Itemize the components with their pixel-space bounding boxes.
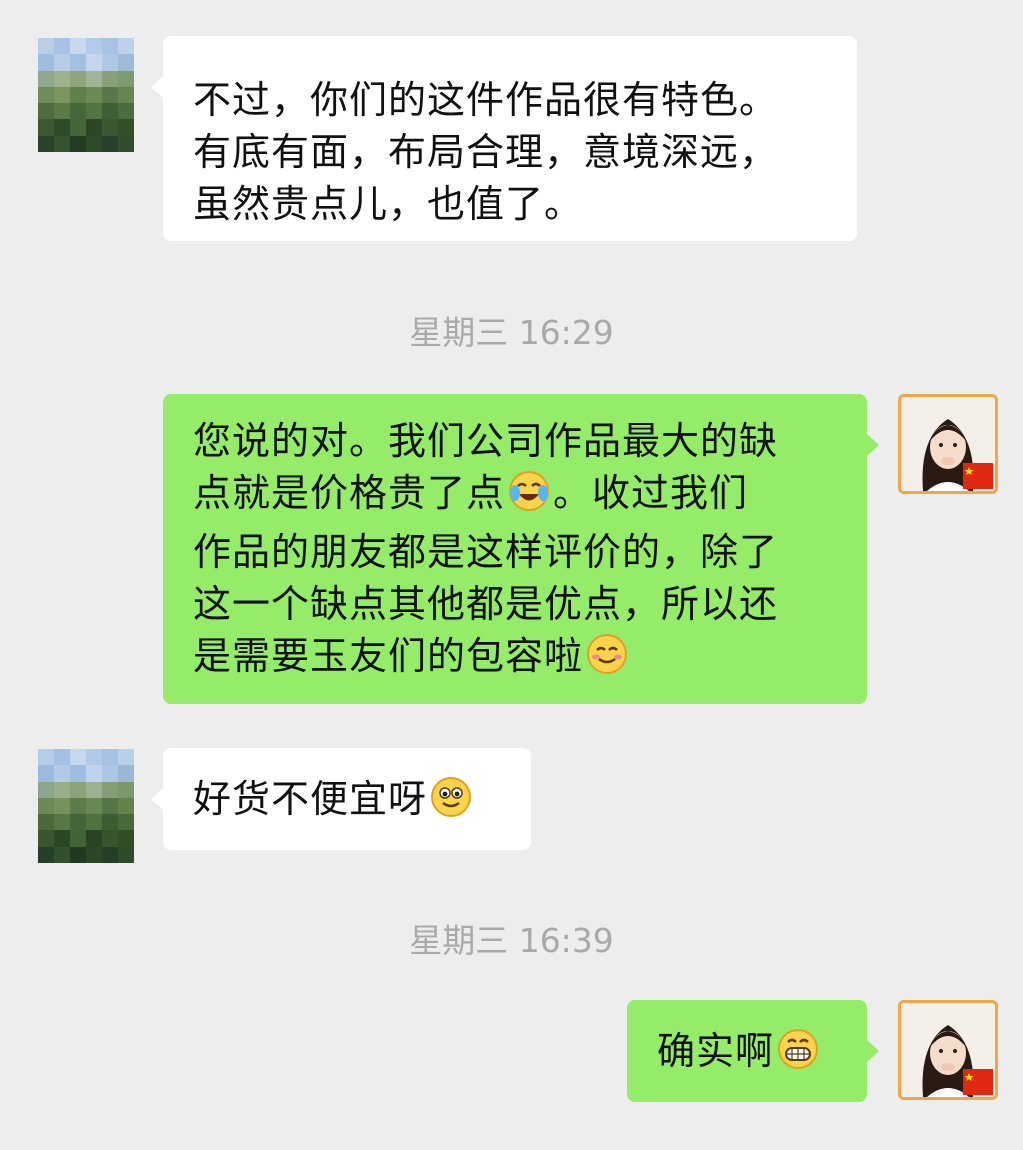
message-text-segment: 。收过我们 bbox=[553, 471, 749, 515]
message-text-line: 点就是价格贵了点 。收过我们 bbox=[193, 467, 847, 526]
bubble-tail bbox=[151, 76, 163, 98]
blushing-smile-emoji-icon bbox=[585, 632, 629, 689]
user-avatar-image bbox=[901, 397, 995, 491]
message-text-line: 虽然贵点儿，也值了。 bbox=[193, 182, 584, 226]
incoming-message-bubble[interactable]: 好货不便宜呀 bbox=[151, 748, 531, 850]
grinning-teeth-emoji-icon bbox=[776, 1027, 820, 1084]
bubble-tail bbox=[867, 434, 879, 456]
bubble-tail bbox=[867, 1040, 879, 1062]
pixelated-avatar-image bbox=[38, 38, 134, 152]
message-text-segment: 是需要玉友们的包容啦 bbox=[193, 634, 584, 678]
message-text-line: 有底有面，布局合理，意境深远， bbox=[193, 130, 779, 174]
chat-timestamp: 星期三 16:39 bbox=[409, 921, 614, 960]
message-text-line: 不过，你们的这件作品很有特色。 bbox=[193, 78, 779, 122]
message-text-segment: 确实啊 bbox=[657, 1029, 775, 1073]
outgoing-message-bubble[interactable]: 您说的对。我们公司作品最大的缺 点就是价格贵了点 。收过我们 作品的朋友都是这样评… bbox=[163, 394, 879, 704]
message-text-line: 好货不便宜呀 bbox=[193, 773, 511, 832]
chat-timestamp: 星期三 16:29 bbox=[409, 313, 614, 352]
outgoing-message-bubble[interactable]: 确实啊 bbox=[627, 1000, 879, 1102]
user-avatar[interactable] bbox=[898, 394, 998, 494]
message-text-line: 确实啊 bbox=[657, 1025, 847, 1084]
contact-avatar[interactable] bbox=[38, 749, 134, 863]
pixelated-avatar-image bbox=[38, 749, 134, 863]
incoming-message-bubble[interactable]: 不过，你们的这件作品很有特色。 有底有面，布局合理，意境深远， 虽然贵点儿，也值… bbox=[151, 36, 857, 241]
message-text-line: 是需要玉友们的包容啦 bbox=[193, 630, 847, 689]
user-avatar-image bbox=[901, 1003, 995, 1097]
message-text-line: 您说的对。我们公司作品最大的缺 bbox=[193, 419, 779, 463]
message-text-line: 这一个缺点其他都是优点，所以还 bbox=[193, 582, 779, 626]
message-text-segment: 点就是价格贵了点 bbox=[193, 471, 506, 515]
user-avatar[interactable] bbox=[898, 1000, 998, 1100]
smiley-face-emoji-icon bbox=[429, 775, 473, 832]
contact-avatar[interactable] bbox=[38, 38, 134, 152]
message-text-line: 作品的朋友都是这样评价的，除了 bbox=[193, 530, 779, 574]
bubble-tail bbox=[151, 788, 163, 810]
message-text-segment: 好货不便宜呀 bbox=[193, 777, 428, 821]
crying-laughing-emoji-icon bbox=[507, 469, 551, 526]
